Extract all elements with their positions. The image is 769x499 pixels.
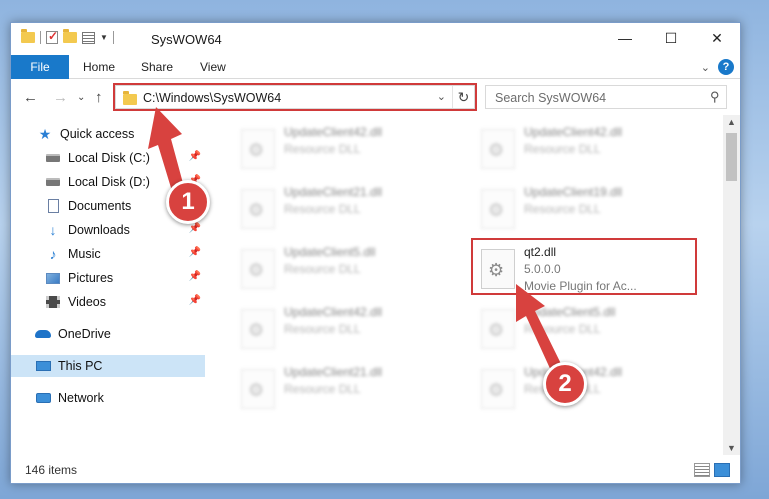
step-1-badge: 1 [166, 180, 210, 224]
annotation-arrows [148, 107, 568, 386]
step-2-badge: 2 [543, 362, 587, 406]
